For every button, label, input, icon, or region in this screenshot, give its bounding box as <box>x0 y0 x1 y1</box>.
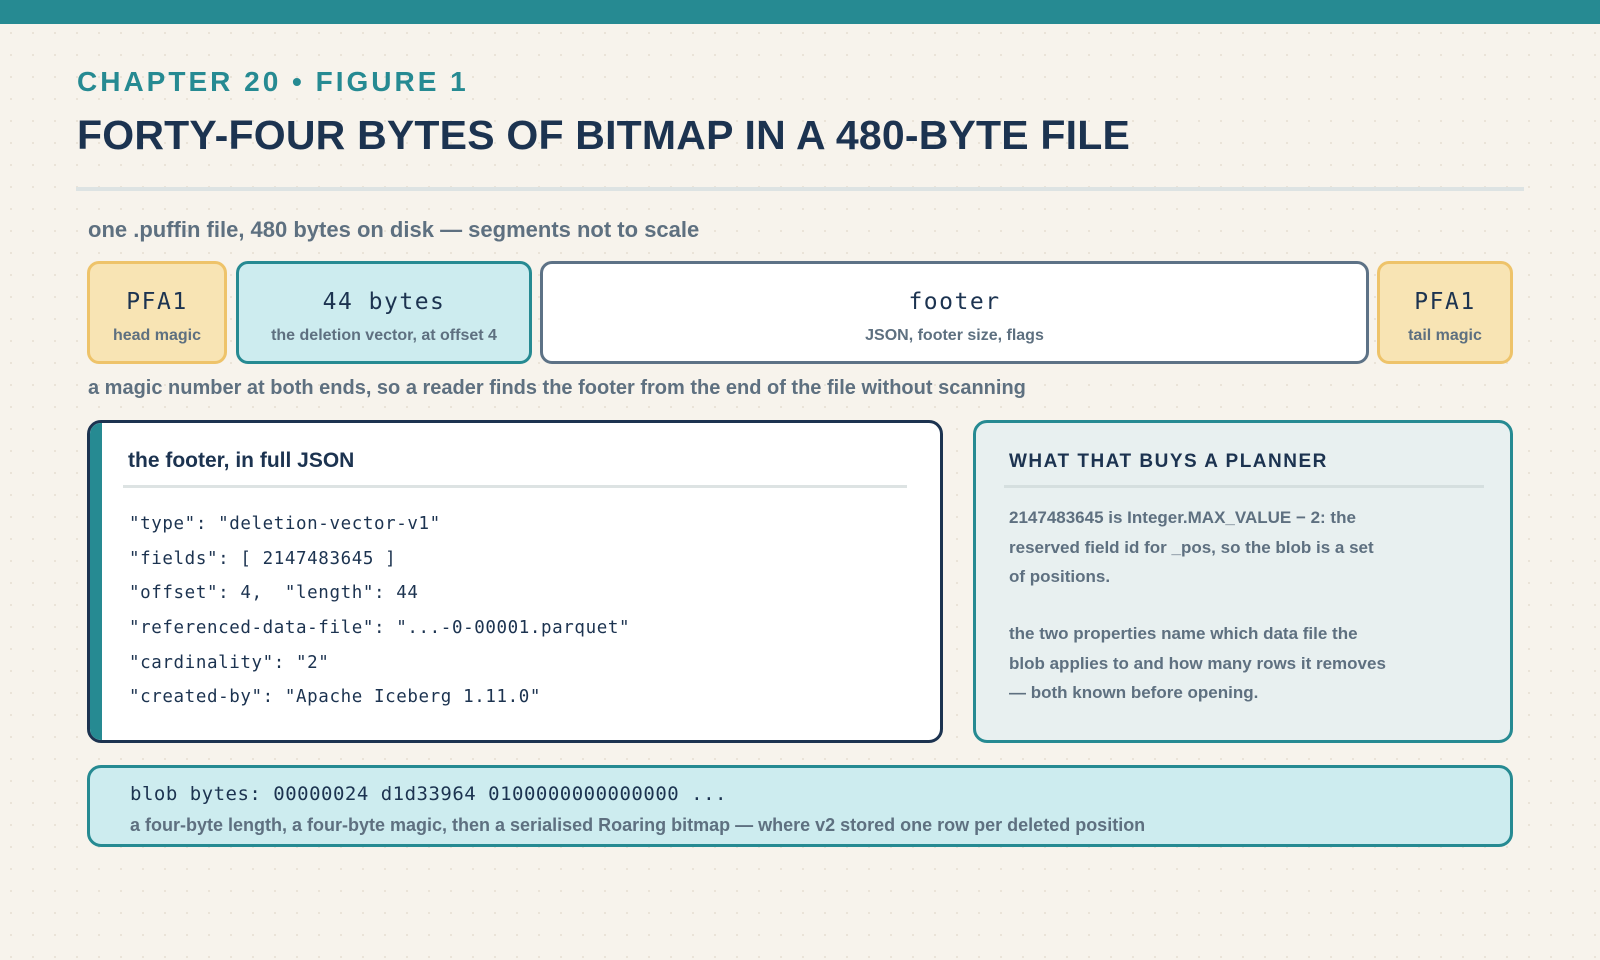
segment-label: PFA1 <box>1414 289 1476 315</box>
planner-paragraph: the two properties name which data file … <box>1009 624 1386 703</box>
segment-caption: the deletion vector, at offset 4 <box>271 327 497 344</box>
segment-deletion-vector: 44 bytes the deletion vector, at offset … <box>236 261 532 364</box>
segment-label: PFA1 <box>126 289 188 315</box>
blob-bytes-hex: blob bytes: 00000024 d1d33964 0100000000… <box>130 783 727 805</box>
json-line: "referenced-data-file": "...-0-00001.par… <box>129 618 631 639</box>
segment-footer: footer JSON, footer size, flags <box>540 261 1369 364</box>
segment-label: 44 bytes <box>322 289 446 315</box>
figure-kicker: CHAPTER 20 • FIGURE 1 <box>77 66 469 97</box>
json-line: "fields": [ 2147483645 ] <box>129 548 397 569</box>
title-divider <box>76 187 1524 191</box>
json-lines: "type": "deletion-vector-v1" "fields": [… <box>129 507 630 715</box>
blob-bytes-strip: blob bytes: 00000024 d1d33964 0100000000… <box>87 765 1513 847</box>
card-divider <box>123 485 907 488</box>
segment-label: footer <box>908 289 1001 315</box>
json-line: "offset": 4, "length": 44 <box>129 583 419 604</box>
json-line: "cardinality": "2" <box>129 652 330 673</box>
segment-caption: head magic <box>112 327 202 344</box>
card-accent-bar <box>90 423 102 740</box>
card-divider <box>1004 485 1484 488</box>
segment-caption: JSON, footer size, flags <box>865 327 1044 344</box>
planner-card-title: WHAT THAT BUYS A PLANNER <box>1009 451 1328 472</box>
figure-title: FORTY-FOUR BYTES OF BITMAP IN A 480-BYTE… <box>77 112 1131 158</box>
segment-caption: tail magic <box>1408 327 1482 344</box>
footer-card-title: the footer, in full JSON <box>128 449 355 472</box>
top-accent-bar <box>0 0 1600 24</box>
segment-tail-magic: PFA1 tail magic <box>1377 261 1513 364</box>
blob-description: a four-byte length, a four-byte magic, t… <box>130 815 1146 835</box>
footer-json-card: the footer, in full JSON "type": "deleti… <box>87 420 943 743</box>
file-layout-subtitle: one .puffin file, 480 bytes on disk — se… <box>88 217 700 242</box>
file-layout-caption: a magic number at both ends, so a reader… <box>88 377 1026 399</box>
json-line: "type": "deletion-vector-v1" <box>129 514 441 534</box>
planner-paragraph: 2147483645 is Integer.MAX_VALUE − 2: the… <box>1009 508 1374 587</box>
segment-head-magic: PFA1 head magic <box>87 261 227 364</box>
json-line: "created-by": "Apache Iceberg 1.11.0" <box>129 687 542 708</box>
planner-card: WHAT THAT BUYS A PLANNER 2147483645 is I… <box>973 420 1513 743</box>
